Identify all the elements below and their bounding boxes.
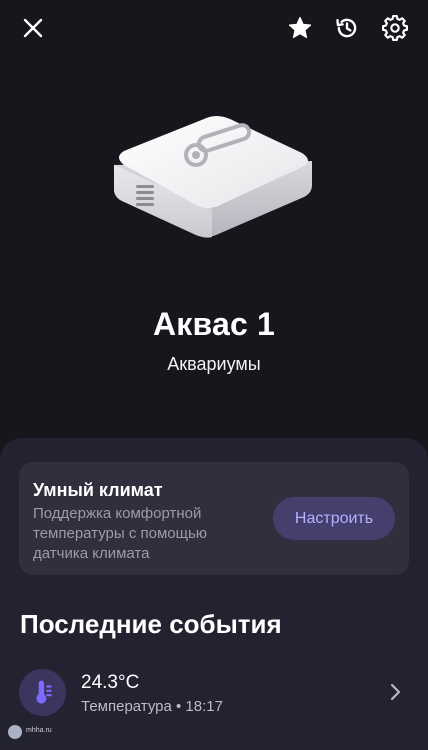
smart-climate-title: Умный климат: [33, 480, 163, 500]
event-icon-circle: [19, 669, 66, 716]
device-room: Аквариумы: [167, 354, 261, 374]
top-bar: [0, 0, 428, 58]
recent-events-title: Последние события: [20, 609, 282, 639]
watermark-logo-icon: [8, 725, 22, 739]
device-title: Аквас 1: [152, 306, 276, 342]
event-value: 24.3°C: [81, 672, 140, 693]
close-button[interactable]: [16, 11, 50, 45]
watermark: mhha.ru: [6, 723, 66, 745]
star-icon: [288, 16, 312, 39]
watermark-text: mhha.ru: [26, 727, 52, 734]
favorite-button[interactable]: [283, 11, 317, 45]
chevron-right-icon: [390, 683, 401, 701]
smart-climate-description: Поддержка комфортной температуры с помощ…: [33, 505, 208, 562]
history-icon: [336, 18, 357, 38]
history-button[interactable]: [330, 11, 364, 45]
settings-button[interactable]: [378, 11, 412, 45]
event-row[interactable]: 24.3°C Температура • 18:17: [0, 662, 428, 726]
close-icon: [23, 18, 43, 38]
event-meta: Температура • 18:17: [81, 698, 223, 715]
device-image: [114, 116, 312, 238]
thermometer-icon: [35, 680, 52, 703]
configure-button[interactable]: Настроить: [273, 497, 395, 540]
gear-icon: [382, 15, 408, 41]
